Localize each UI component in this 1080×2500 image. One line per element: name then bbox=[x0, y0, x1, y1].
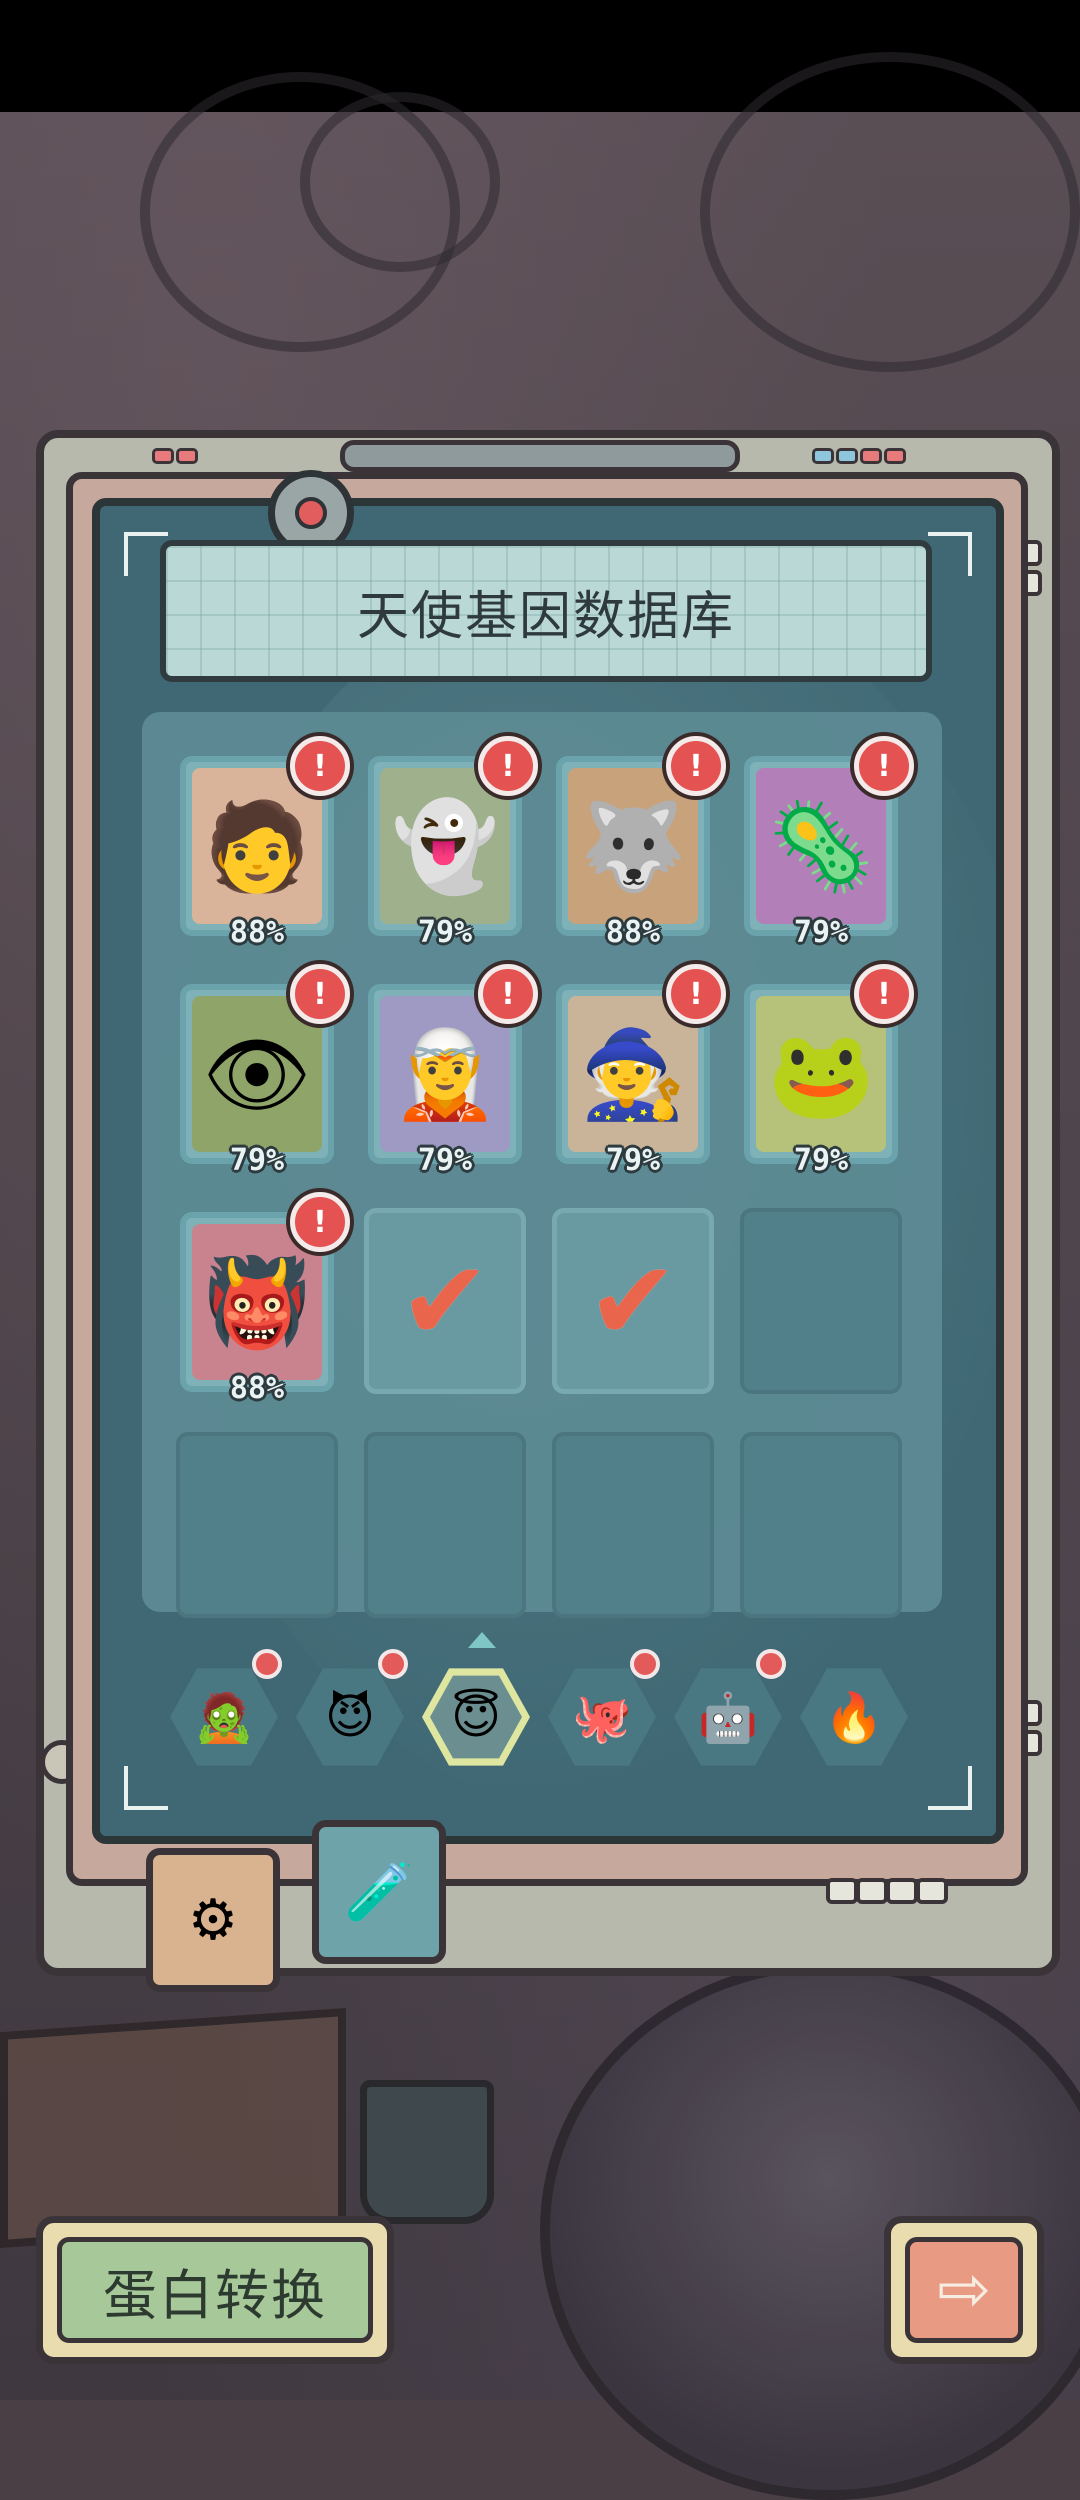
notification-dot-icon bbox=[756, 1649, 786, 1679]
completed-eye-silhouette[interactable]: ✔ bbox=[552, 1208, 714, 1394]
alert-badge-icon: ! bbox=[290, 964, 350, 1024]
tab-zombie[interactable]: 🧟 bbox=[170, 1668, 278, 1766]
tab-angel[interactable]: 😇 bbox=[422, 1668, 530, 1766]
alert-badge-icon: ! bbox=[854, 964, 914, 1024]
robot-icon: 🤖 bbox=[698, 1689, 758, 1746]
empty-gene-slot bbox=[740, 1208, 902, 1394]
vent-slot bbox=[826, 1878, 858, 1904]
selected-tab-indicator-icon bbox=[468, 1632, 496, 1648]
frame-led bbox=[884, 448, 906, 464]
gene-percent: 88% bbox=[229, 915, 285, 950]
vent-slot bbox=[886, 1878, 918, 1904]
monster-portrait: 🧑 bbox=[192, 768, 322, 924]
angel-icon: 😇 bbox=[450, 1689, 502, 1745]
monster-portrait: 🧝 bbox=[380, 996, 510, 1152]
vent-slot bbox=[856, 1878, 888, 1904]
bug-icon: 🐙 bbox=[572, 1689, 632, 1746]
alert-badge-icon: ! bbox=[666, 736, 726, 796]
empty-gene-slot bbox=[176, 1432, 338, 1618]
alert-badge-icon: ! bbox=[290, 1192, 350, 1252]
alert-badge-icon: ! bbox=[854, 736, 914, 796]
gene-percent: 79% bbox=[605, 1143, 661, 1178]
tab-bug[interactable]: 🐙 bbox=[548, 1668, 656, 1766]
monster-portrait: 👻 bbox=[380, 768, 510, 924]
gene-percent: 79% bbox=[793, 1143, 849, 1178]
gene-percent: 79% bbox=[417, 915, 473, 950]
notification-dot-icon bbox=[630, 1649, 660, 1679]
category-tab-row: 🧟 😈 😇 🐙 🤖 🔥 bbox=[160, 1649, 920, 1775]
frame-led bbox=[836, 448, 858, 464]
gene-percent: 79% bbox=[417, 1143, 473, 1178]
module-tab-capsule[interactable]: 🧪 bbox=[312, 1820, 446, 1964]
gene-percent: 79% bbox=[229, 1143, 285, 1178]
alert-badge-icon: ! bbox=[478, 736, 538, 796]
card-purple-virus[interactable]: 🦠 79%! bbox=[744, 736, 914, 950]
module-tab-gene-machine[interactable]: ⚙ bbox=[146, 1848, 280, 1992]
title-banner: 天使基因数据库 bbox=[160, 540, 932, 682]
page-title: 天使基因数据库 bbox=[356, 586, 735, 647]
completed-cat-silhouette[interactable]: ✔ bbox=[364, 1208, 526, 1394]
protein-convert-button[interactable]: 蛋白转换 bbox=[36, 2216, 394, 2364]
alert-badge-icon: ! bbox=[478, 964, 538, 1024]
tab-fire[interactable]: 🔥 bbox=[800, 1668, 908, 1766]
card-eye-demon[interactable]: 👹 88%! bbox=[180, 1192, 350, 1406]
empty-gene-slot bbox=[740, 1432, 902, 1618]
fire-icon: 🔥 bbox=[824, 1689, 884, 1746]
gene-percent: 88% bbox=[229, 1371, 285, 1406]
gene-percent: 88% bbox=[605, 915, 661, 950]
next-button[interactable]: ⇨ bbox=[884, 2216, 1044, 2364]
frame-led bbox=[152, 448, 174, 464]
empty-gene-slot bbox=[364, 1432, 526, 1618]
frame-led bbox=[812, 448, 834, 464]
demon-icon: 😈 bbox=[324, 1689, 376, 1745]
gene-percent: 79% bbox=[793, 915, 849, 950]
monster-portrait: 👁 bbox=[192, 996, 322, 1152]
card-muscle-man[interactable]: 🧑 88%! bbox=[180, 736, 350, 950]
frame-top-slot bbox=[340, 440, 740, 472]
checkmark-icon: ✔ bbox=[398, 1237, 492, 1365]
tab-demon[interactable]: 😈 bbox=[296, 1668, 404, 1766]
monster-portrait: 🧙 bbox=[568, 996, 698, 1152]
monster-portrait: 🦠 bbox=[756, 768, 886, 924]
frame-led bbox=[176, 448, 198, 464]
card-eye-stalk-monster[interactable]: 👁 79%! bbox=[180, 964, 350, 1178]
empty-gene-slot bbox=[552, 1432, 714, 1618]
monster-portrait: 🐸 bbox=[756, 996, 886, 1152]
card-ghost-blob[interactable]: 👻 79%! bbox=[368, 736, 538, 950]
alert-badge-icon: ! bbox=[666, 964, 726, 1024]
zombie-icon: 🧟 bbox=[194, 1689, 254, 1746]
card-dark-elf[interactable]: 🧝 79%! bbox=[368, 964, 538, 1178]
card-beast-warrior[interactable]: 🐺 88%! bbox=[556, 736, 726, 950]
notification-dot-icon bbox=[252, 1649, 282, 1679]
vent-slot bbox=[916, 1878, 948, 1904]
protein-convert-label: 蛋白转换 bbox=[57, 2237, 373, 2343]
monster-portrait: 🐺 bbox=[568, 768, 698, 924]
background-bucket bbox=[360, 2080, 494, 2224]
right-arrow-icon: ⇨ bbox=[905, 2237, 1023, 2343]
background-crate bbox=[0, 2007, 346, 2249]
notification-dot-icon bbox=[378, 1649, 408, 1679]
alert-badge-icon: ! bbox=[290, 736, 350, 796]
checkmark-icon: ✔ bbox=[586, 1237, 680, 1365]
tab-robot[interactable]: 🤖 bbox=[674, 1668, 782, 1766]
card-bearded-king[interactable]: 🧙 79%! bbox=[556, 964, 726, 1178]
monster-portrait: 👹 bbox=[192, 1224, 322, 1380]
card-bug-warrior[interactable]: 🐸 79%! bbox=[744, 964, 914, 1178]
frame-led bbox=[860, 448, 882, 464]
